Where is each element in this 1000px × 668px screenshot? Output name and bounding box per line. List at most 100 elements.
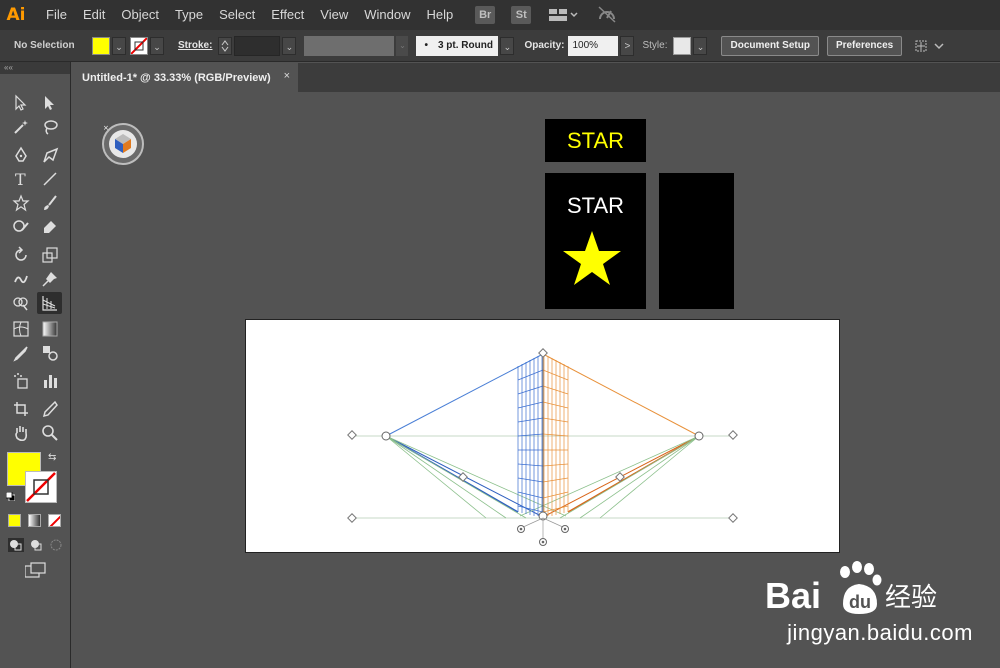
fill-color-swatch[interactable] bbox=[92, 36, 110, 55]
symbol-sprayer-tool-icon[interactable] bbox=[8, 370, 33, 392]
opacity-slider-arrow[interactable]: > bbox=[620, 35, 635, 56]
magic-wand-tool-icon[interactable] bbox=[8, 116, 33, 138]
menu-file[interactable]: File bbox=[38, 0, 75, 30]
brush-value: 3 pt. Round bbox=[437, 39, 493, 51]
stroke-dropdown-arrow[interactable]: ⌄ bbox=[150, 36, 164, 55]
arrange-documents-icon[interactable] bbox=[912, 38, 944, 54]
color-mode-button[interactable] bbox=[8, 514, 21, 527]
paintbrush-tool-icon[interactable] bbox=[37, 192, 62, 214]
slice-tool-icon[interactable] bbox=[37, 398, 62, 420]
warp-tool-icon[interactable] bbox=[8, 268, 33, 290]
menu-type[interactable]: Type bbox=[167, 0, 211, 30]
pen-tool-icon[interactable] bbox=[8, 144, 33, 166]
lasso-tool-icon[interactable] bbox=[37, 116, 62, 138]
tools-panel: «« T ⇆ bbox=[0, 62, 71, 668]
star-card-label: STAR bbox=[566, 193, 625, 218]
stroke-weight-dropdown[interactable]: ⌄ bbox=[282, 36, 297, 55]
menu-help[interactable]: Help bbox=[418, 0, 461, 30]
stroke-color-swatch[interactable] bbox=[130, 36, 148, 55]
preferences-button[interactable]: Preferences bbox=[826, 35, 903, 56]
stroke-weight-stepper[interactable] bbox=[218, 36, 233, 55]
artboard[interactable] bbox=[245, 319, 840, 553]
svg-text:du: du bbox=[849, 592, 871, 612]
document-tab[interactable]: Untitled-1* @ 33.33% (RGB/Preview) × bbox=[72, 63, 298, 92]
draw-normal-icon[interactable] bbox=[8, 538, 24, 555]
draw-inside-icon[interactable] bbox=[49, 538, 63, 555]
mesh-tool-icon[interactable] bbox=[8, 318, 33, 340]
eyedropper-tool-icon[interactable] bbox=[8, 342, 33, 364]
menu-edit[interactable]: Edit bbox=[75, 0, 113, 30]
brush-dot-icon: • bbox=[424, 39, 428, 51]
plane-switching-widget[interactable]: × bbox=[101, 122, 145, 166]
rotate-tool-icon[interactable] bbox=[8, 244, 33, 266]
app-logo: Ai bbox=[6, 5, 26, 25]
svg-text:×: × bbox=[103, 124, 109, 132]
document-tab-bar: Untitled-1* @ 33.33% (RGB/Preview) × bbox=[72, 63, 1000, 92]
control-bar: No Selection ⌄ ⌄ Stroke: ⌄ ⌄ • 3 pt. Rou… bbox=[0, 30, 1000, 62]
document-setup-button[interactable]: Document Setup bbox=[721, 35, 819, 56]
column-graph-tool-icon[interactable] bbox=[37, 370, 62, 392]
stroke-label[interactable]: Stroke: bbox=[178, 40, 212, 51]
menu-view[interactable]: View bbox=[312, 0, 356, 30]
line-segment-tool-icon[interactable] bbox=[37, 168, 62, 190]
opacity-input[interactable]: 100% bbox=[568, 35, 619, 56]
eraser-tool-icon[interactable] bbox=[37, 216, 62, 238]
menu-window[interactable]: Window bbox=[356, 0, 418, 30]
star-tool-icon[interactable] bbox=[8, 192, 33, 214]
none-mode-button[interactable] bbox=[48, 514, 61, 527]
perspective-grid[interactable] bbox=[246, 320, 841, 554]
default-fill-stroke-icon[interactable] bbox=[5, 491, 16, 502]
menu-object[interactable]: Object bbox=[113, 0, 167, 30]
draw-behind-icon[interactable] bbox=[29, 538, 43, 555]
perspective-grid-tool-icon[interactable] bbox=[37, 292, 62, 314]
hand-tool-icon[interactable] bbox=[8, 422, 33, 444]
variable-width-dropdown[interactable]: ⌄ bbox=[396, 35, 409, 56]
variable-width-profile[interactable] bbox=[304, 35, 395, 56]
black-rectangle[interactable] bbox=[659, 173, 734, 309]
baidu-watermark: Bai du 经验 jingyan.baidu.com bbox=[765, 558, 995, 658]
direct-selection-tool-icon[interactable] bbox=[37, 92, 62, 114]
artboard-tool-icon[interactable] bbox=[8, 398, 33, 420]
selection-tool-icon[interactable] bbox=[8, 92, 33, 114]
tools-panel-collapse[interactable]: «« bbox=[0, 62, 70, 74]
svg-text:经验: 经验 bbox=[885, 583, 937, 613]
svg-text:Bai: Bai bbox=[765, 575, 821, 616]
style-dropdown-arrow[interactable]: ⌄ bbox=[693, 36, 708, 55]
document-tab-title: Untitled-1* @ 33.33% (RGB/Preview) bbox=[82, 71, 271, 84]
gradient-mode-button[interactable] bbox=[28, 514, 41, 527]
baidu-logo: Bai du 经验 bbox=[765, 561, 937, 616]
svg-text:T: T bbox=[15, 170, 26, 188]
menu-effect[interactable]: Effect bbox=[263, 0, 312, 30]
star-text-box[interactable]: STAR bbox=[545, 119, 646, 162]
scale-tool-icon[interactable] bbox=[37, 244, 62, 266]
fill-dropdown-arrow[interactable]: ⌄ bbox=[112, 36, 126, 55]
graphic-style-swatch[interactable] bbox=[673, 36, 692, 55]
stock-button[interactable]: St bbox=[511, 6, 532, 24]
type-tool-icon[interactable]: T bbox=[8, 168, 33, 190]
opacity-label[interactable]: Opacity: bbox=[524, 40, 564, 51]
watermark-url: jingyan.baidu.com bbox=[787, 620, 973, 645]
brush-definition-select[interactable]: • 3 pt. Round bbox=[416, 35, 499, 56]
curvature-tool-icon[interactable] bbox=[37, 144, 62, 166]
gpu-performance-icon[interactable] bbox=[597, 5, 617, 26]
swap-fill-stroke-icon[interactable]: ⇆ bbox=[48, 452, 56, 463]
gradient-tool-icon[interactable] bbox=[37, 318, 62, 340]
style-label: Style: bbox=[642, 40, 668, 51]
screen-mode-icon[interactable] bbox=[24, 562, 47, 581]
zoom-tool-icon[interactable] bbox=[37, 422, 62, 444]
bridge-button[interactable]: Br bbox=[475, 6, 496, 24]
brush-dropdown-arrow[interactable]: ⌄ bbox=[500, 36, 515, 55]
close-icon[interactable]: × bbox=[284, 70, 290, 82]
star-shape[interactable] bbox=[560, 227, 624, 291]
stroke-weight-input[interactable] bbox=[234, 35, 281, 56]
shaper-tool-icon[interactable] bbox=[8, 216, 33, 238]
menu-bar: Ai File Edit Object Type Select Effect V… bbox=[0, 0, 1000, 30]
puppet-warp-tool-icon[interactable] bbox=[37, 268, 62, 290]
workspace-switcher-icon[interactable] bbox=[549, 8, 579, 22]
selection-status: No Selection bbox=[14, 40, 75, 51]
star-card[interactable]: STAR bbox=[545, 173, 646, 309]
stroke-color-indicator[interactable] bbox=[25, 471, 57, 503]
blend-tool-icon[interactable] bbox=[37, 342, 62, 364]
menu-select[interactable]: Select bbox=[211, 0, 263, 30]
shape-builder-tool-icon[interactable] bbox=[8, 292, 33, 314]
